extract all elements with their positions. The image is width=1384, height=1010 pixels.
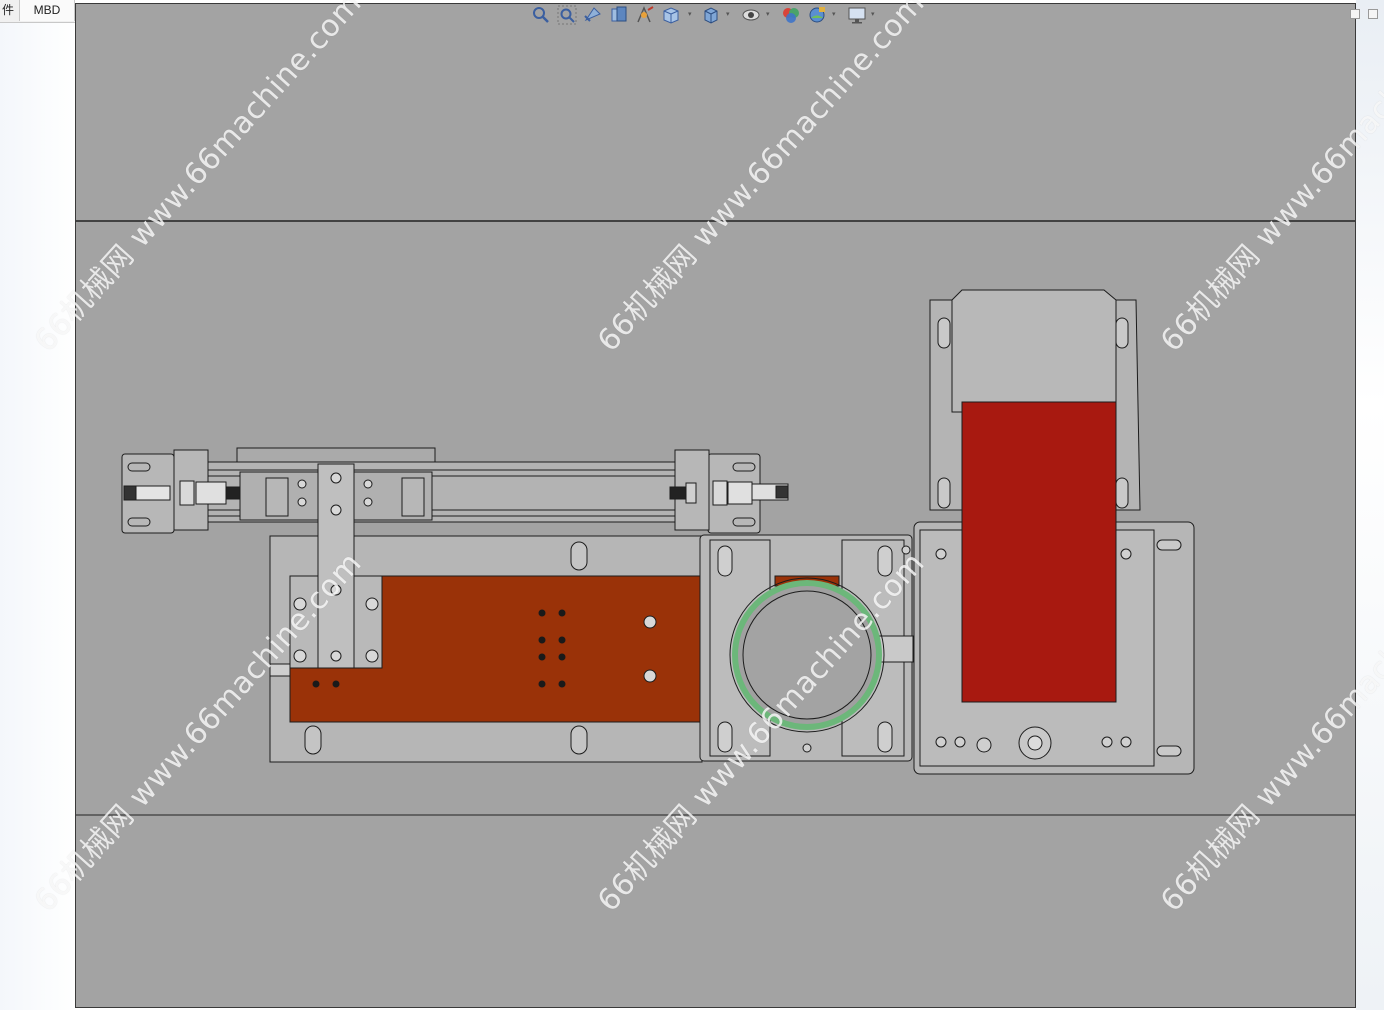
apply-scene-icon[interactable] xyxy=(806,4,828,26)
maximize-window-icon[interactable] xyxy=(1368,9,1378,19)
tab-mbd[interactable]: MBD xyxy=(20,0,75,21)
view-orientation-icon[interactable] xyxy=(660,4,682,26)
section-view-icon[interactable] xyxy=(608,4,630,26)
chevron-down-icon[interactable]: ▾ xyxy=(832,11,838,18)
hide-show-items-icon[interactable] xyxy=(740,4,762,26)
dynamic-annotation-icon[interactable] xyxy=(634,4,656,26)
zoom-to-fit-icon[interactable] xyxy=(530,4,552,26)
chevron-down-icon[interactable]: ▾ xyxy=(688,11,694,18)
restore-window-icon[interactable] xyxy=(1350,9,1360,19)
chevron-down-icon[interactable]: ▾ xyxy=(766,11,772,18)
edit-appearance-icon[interactable] xyxy=(780,4,802,26)
chevron-down-icon[interactable]: ▾ xyxy=(726,11,732,18)
display-style-icon[interactable] xyxy=(700,4,722,26)
feature-manager-panel: 件 MBD xyxy=(0,0,75,1010)
graphics-viewport[interactable] xyxy=(75,3,1356,1008)
task-pane-strip xyxy=(1350,0,1384,1010)
chevron-down-icon[interactable]: ▾ xyxy=(871,11,877,18)
previous-view-icon[interactable] xyxy=(582,4,604,26)
tab-part[interactable]: 件 xyxy=(0,0,20,21)
zoom-to-area-icon[interactable] xyxy=(556,4,578,26)
feature-manager-tabs: 件 MBD xyxy=(0,0,75,23)
view-settings-icon[interactable] xyxy=(846,4,868,26)
